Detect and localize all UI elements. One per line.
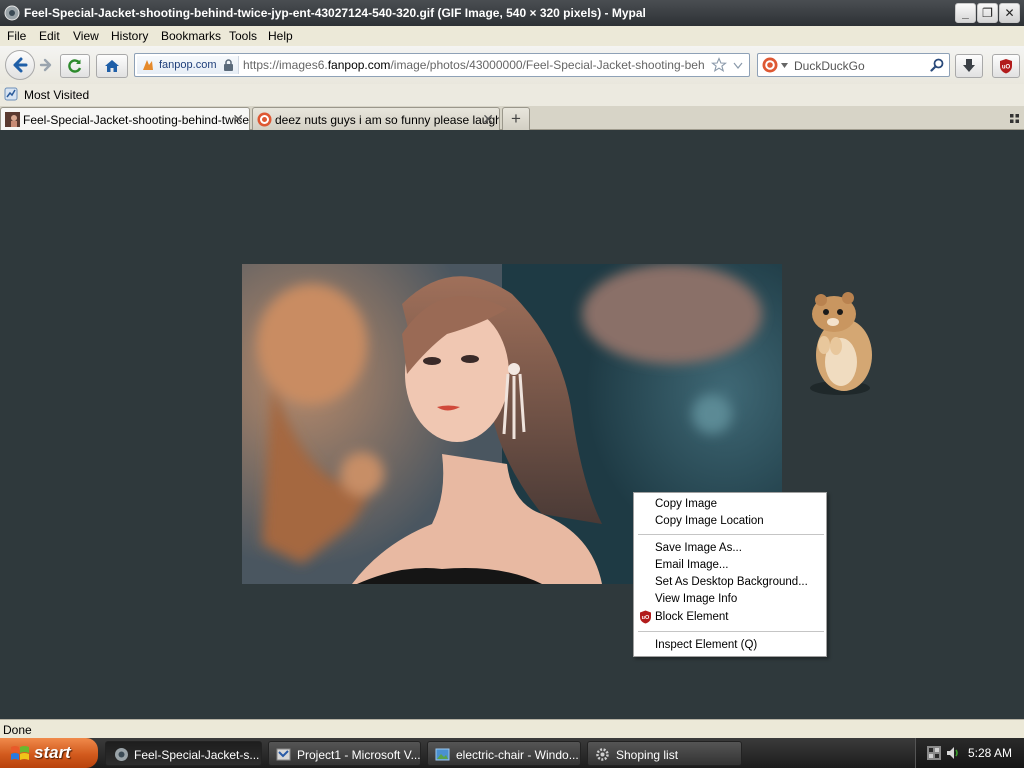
status-bar: Done: [0, 719, 1024, 738]
url-dropdown-icon[interactable]: [733, 62, 743, 69]
forward-arrow-icon: [39, 58, 52, 72]
url-prefix: https://images6.: [243, 58, 328, 72]
bookmark-star-icon[interactable]: [711, 57, 727, 73]
download-arrow-icon: [963, 59, 975, 72]
duckduckgo-favicon-icon: [257, 112, 272, 127]
tab-groups-icon[interactable]: [1010, 114, 1019, 123]
taskbar-item-label: electric-chair - Windo...: [456, 748, 579, 762]
tab-feel-special-gif[interactable]: Feel-Special-Jacket-shooting-behind-twic…: [0, 107, 250, 131]
image-viewer-icon: [435, 748, 450, 761]
fanpop-favicon-icon: [143, 60, 153, 70]
bookmarks-toolbar: Most Visited: [0, 84, 1024, 106]
block-element-item[interactable]: Block Element: [655, 611, 729, 623]
ublock-shield-icon: uO: [1000, 59, 1012, 74]
mypal-app-icon: [115, 748, 128, 761]
back-arrow-icon: [13, 57, 28, 73]
site-identity-label: fanpop.com: [159, 59, 217, 71]
windows-logo-icon: [11, 746, 29, 760]
minimize-icon: _: [962, 6, 969, 20]
set-desktop-background-item[interactable]: Set As Desktop Background...: [655, 576, 808, 588]
back-button[interactable]: [5, 50, 35, 80]
tab-strip: Feel-Special-Jacket-shooting-behind-twic…: [0, 106, 1024, 131]
reload-icon: [68, 59, 82, 73]
tab-close-icon[interactable]: ✕: [482, 111, 494, 128]
save-image-as-item[interactable]: Save Image As...: [655, 542, 742, 554]
minimize-button[interactable]: _: [955, 3, 976, 23]
start-label: start: [34, 743, 71, 762]
ublock-shield-icon: uO: [640, 610, 651, 624]
new-tab-button[interactable]: +: [502, 107, 530, 130]
search-input[interactable]: DuckDuckGo: [794, 59, 865, 73]
url-bar[interactable]: fanpop.com https://images6.fanpop.com/im…: [134, 53, 750, 77]
menu-help[interactable]: Help: [268, 29, 293, 43]
engine-dropdown-icon[interactable]: [781, 63, 788, 68]
taskbar-item-label: Shoping list: [616, 748, 679, 762]
most-visited-icon: [4, 87, 18, 101]
taskbar-clock[interactable]: 5:28 AM: [968, 746, 1012, 760]
system-tray: 5:28 AM: [915, 738, 1024, 768]
taskbar-item-label: Project1 - Microsoft V...: [297, 748, 421, 762]
url-path: /image/photos/43000000/Feel-Special-Jack…: [390, 58, 705, 72]
taskbar-item-electric-chair[interactable]: electric-chair - Windo...: [427, 741, 581, 766]
menu-edit[interactable]: Edit: [39, 29, 60, 43]
lock-icon: [224, 59, 233, 71]
maximize-icon: ❐: [982, 6, 993, 20]
taskbar-item-shoping-list[interactable]: Shoping list: [587, 741, 742, 766]
menu-separator: [638, 534, 824, 535]
close-icon: ✕: [1004, 6, 1015, 20]
menu-bar: File Edit View History Bookmarks Tools H…: [0, 26, 1024, 46]
volume-tray-icon[interactable]: [945, 745, 961, 761]
menu-separator: [638, 631, 824, 632]
reload-button[interactable]: [60, 54, 90, 78]
menu-bookmarks[interactable]: Bookmarks: [161, 29, 221, 43]
copy-image-location-item[interactable]: Copy Image Location: [655, 515, 764, 527]
tab-label: Feel-Special-Jacket-shooting-behind-twic…: [23, 113, 250, 127]
menu-tools[interactable]: Tools: [229, 29, 257, 43]
network-tray-icon[interactable]: [926, 745, 942, 761]
taskbar-item-project1[interactable]: Project1 - Microsoft V...: [268, 741, 421, 766]
taskbar-item-label: Feel-Special-Jacket-s...: [134, 748, 260, 762]
svg-text:uO: uO: [642, 615, 650, 621]
email-image-item[interactable]: Email Image...: [655, 559, 729, 571]
svg-text:uO: uO: [1002, 65, 1011, 71]
home-icon: [105, 60, 119, 72]
window-titlebar: Feel-Special-Jacket-shooting-behind-twic…: [0, 0, 1024, 26]
menu-file[interactable]: File: [7, 29, 26, 43]
maximize-button[interactable]: ❐: [977, 3, 998, 23]
close-window-button[interactable]: ✕: [999, 3, 1020, 23]
navigation-toolbar: fanpop.com https://images6.fanpop.com/im…: [0, 46, 1024, 84]
windows-taskbar: start Feel-Special-Jacket-s... Project1 …: [0, 738, 1024, 768]
view-image-info-item[interactable]: View Image Info: [655, 593, 737, 605]
image-context-menu: Copy Image Copy Image Location Save Imag…: [633, 492, 827, 657]
tab-label: deez nuts guys i am so funny please laug…: [275, 113, 500, 127]
duckduckgo-engine-icon[interactable]: [762, 57, 778, 73]
copy-image-item[interactable]: Copy Image: [655, 498, 717, 510]
tab-deez-nuts[interactable]: deez nuts guys i am so funny please laug…: [252, 107, 500, 130]
search-icon[interactable]: [930, 58, 944, 72]
dancing-hamster-animation: [810, 292, 872, 395]
status-text: Done: [3, 723, 32, 737]
tab-close-icon[interactable]: ✕: [232, 111, 244, 128]
taskbar-item-mypal[interactable]: Feel-Special-Jacket-s...: [105, 741, 262, 766]
window-title: Feel-Special-Jacket-shooting-behind-twic…: [24, 6, 646, 20]
url-text[interactable]: https://images6.fanpop.com/image/photos/…: [243, 58, 705, 72]
inspect-element-item[interactable]: Inspect Element (Q): [655, 639, 757, 651]
menu-view[interactable]: View: [73, 29, 99, 43]
page-content: Copy Image Copy Image Location Save Imag…: [0, 130, 1024, 719]
home-button[interactable]: [96, 54, 128, 78]
most-visited-bookmark[interactable]: Most Visited: [24, 88, 89, 102]
site-identity-button[interactable]: fanpop.com: [137, 56, 239, 74]
url-domain: fanpop.com: [327, 58, 391, 72]
app-gear-icon: [596, 748, 609, 761]
image-thumbnail-icon: [5, 112, 20, 127]
menu-history[interactable]: History: [111, 29, 148, 43]
forward-button[interactable]: [36, 54, 56, 76]
visual-basic-icon: [276, 748, 291, 761]
mypal-app-icon: [4, 5, 20, 21]
ublock-button[interactable]: uO: [992, 54, 1020, 78]
start-button[interactable]: start: [0, 738, 98, 768]
plus-icon: +: [511, 109, 521, 128]
search-bar[interactable]: DuckDuckGo: [757, 53, 950, 77]
downloads-button[interactable]: [955, 54, 983, 78]
